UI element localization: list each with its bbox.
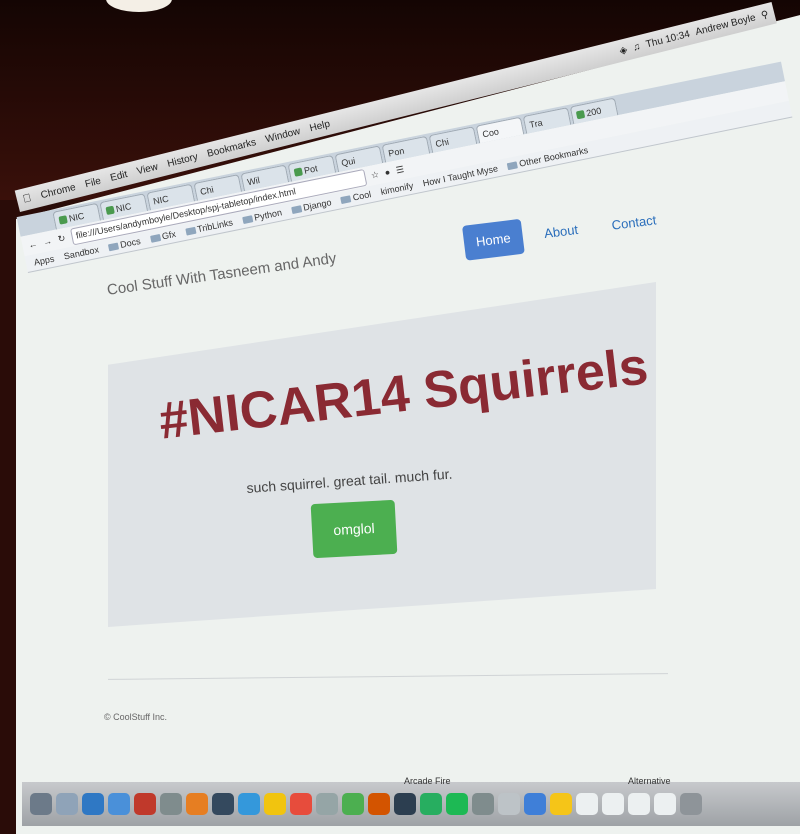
dock bbox=[22, 782, 800, 826]
spotify-icon[interactable] bbox=[446, 793, 468, 815]
site-nav: Home About Contact bbox=[462, 201, 670, 261]
app-icon[interactable] bbox=[472, 793, 494, 815]
web-page: Cool Stuff With Tasneem and Andy Home Ab… bbox=[0, 0, 800, 831]
safari-icon[interactable] bbox=[82, 793, 104, 815]
firefox-icon[interactable] bbox=[368, 793, 390, 815]
dock-label: Alternative bbox=[628, 776, 671, 786]
site-footer: © CoolStuff Inc. bbox=[104, 712, 167, 722]
nav-about[interactable]: About bbox=[530, 211, 592, 253]
finder-icon[interactable] bbox=[30, 793, 52, 815]
app-icon[interactable] bbox=[498, 793, 520, 815]
terminal-icon[interactable] bbox=[394, 793, 416, 815]
dock-label: Arcade Fire bbox=[404, 776, 451, 786]
launchpad-icon[interactable] bbox=[56, 793, 78, 815]
app-icon[interactable] bbox=[160, 793, 182, 815]
site-brand[interactable]: Cool Stuff With Tasneem and Andy bbox=[106, 250, 337, 299]
app-icon[interactable] bbox=[316, 793, 338, 815]
nav-contact[interactable]: Contact bbox=[598, 201, 671, 244]
jumbotron bbox=[108, 282, 656, 627]
app-icon[interactable] bbox=[290, 793, 312, 815]
app-icon[interactable] bbox=[238, 793, 260, 815]
app-icon[interactable] bbox=[264, 793, 286, 815]
app-icon[interactable] bbox=[524, 793, 546, 815]
trash-icon[interactable] bbox=[680, 793, 702, 815]
omglol-button[interactable]: omglol bbox=[310, 499, 398, 559]
document-icon[interactable] bbox=[654, 793, 676, 815]
mail-icon[interactable] bbox=[108, 793, 130, 815]
app-icon[interactable] bbox=[420, 793, 442, 815]
document-icon[interactable] bbox=[602, 793, 624, 815]
app-icon[interactable] bbox=[186, 793, 208, 815]
document-icon[interactable] bbox=[628, 793, 650, 815]
app-icon[interactable] bbox=[212, 793, 234, 815]
app-icon[interactable] bbox=[550, 793, 572, 815]
calendar-icon[interactable] bbox=[134, 793, 156, 815]
footer-divider bbox=[108, 673, 668, 680]
nav-home[interactable]: Home bbox=[462, 218, 525, 261]
document-icon[interactable] bbox=[576, 793, 598, 815]
chrome-icon[interactable] bbox=[342, 793, 364, 815]
